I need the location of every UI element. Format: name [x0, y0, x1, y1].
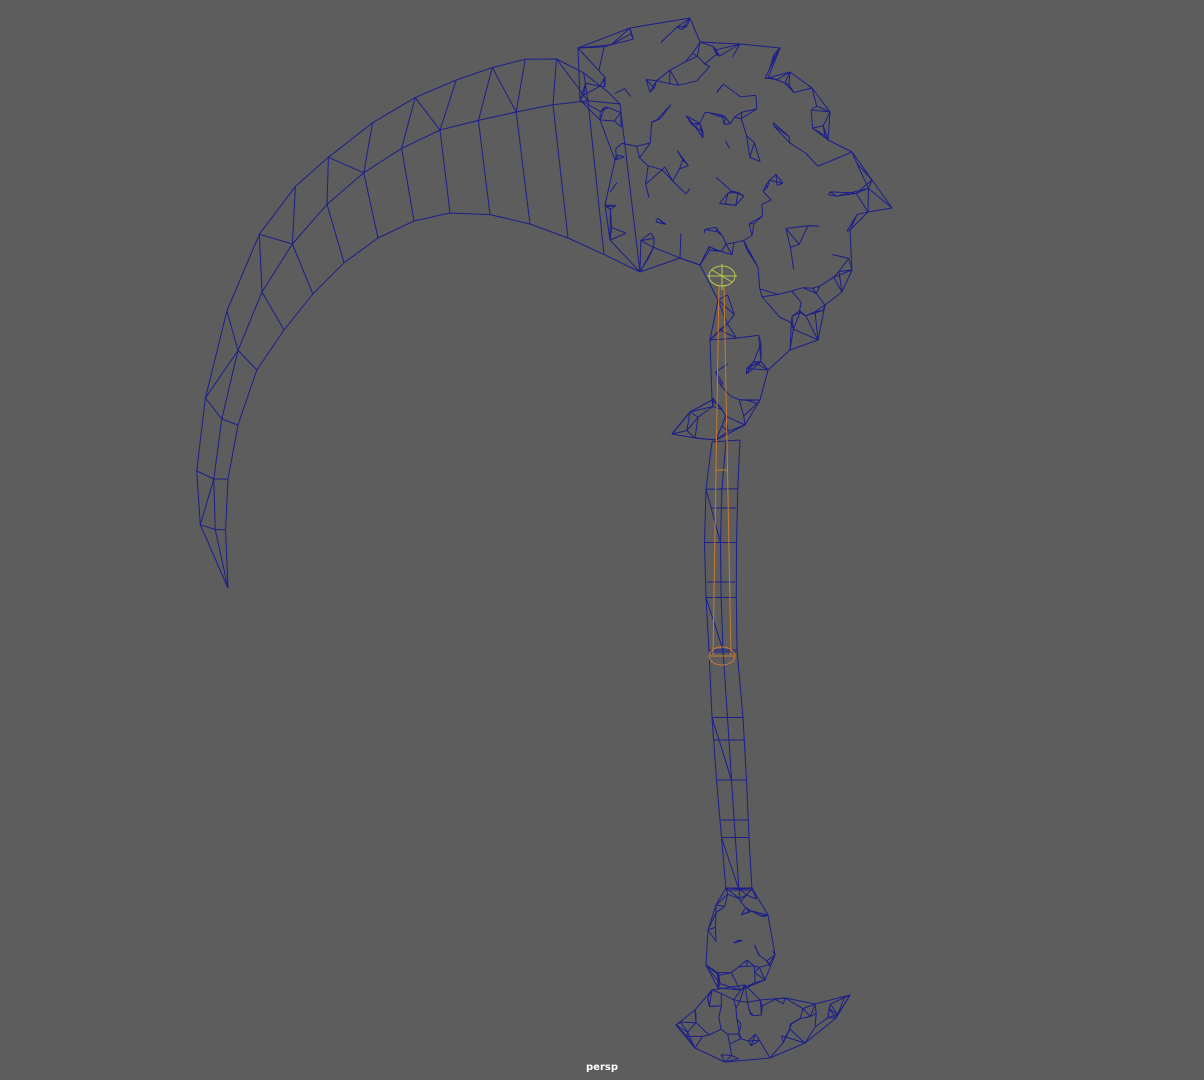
- locator-icon[interactable]: [707, 264, 737, 290]
- joint-rig: [708, 284, 736, 666]
- camera-name-label: persp: [586, 1062, 618, 1073]
- perspective-viewport[interactable]: persp: [0, 0, 1204, 1080]
- wireframe-mesh: [196, 17, 893, 1063]
- scythe-wireframe-model[interactable]: [0, 0, 1204, 1080]
